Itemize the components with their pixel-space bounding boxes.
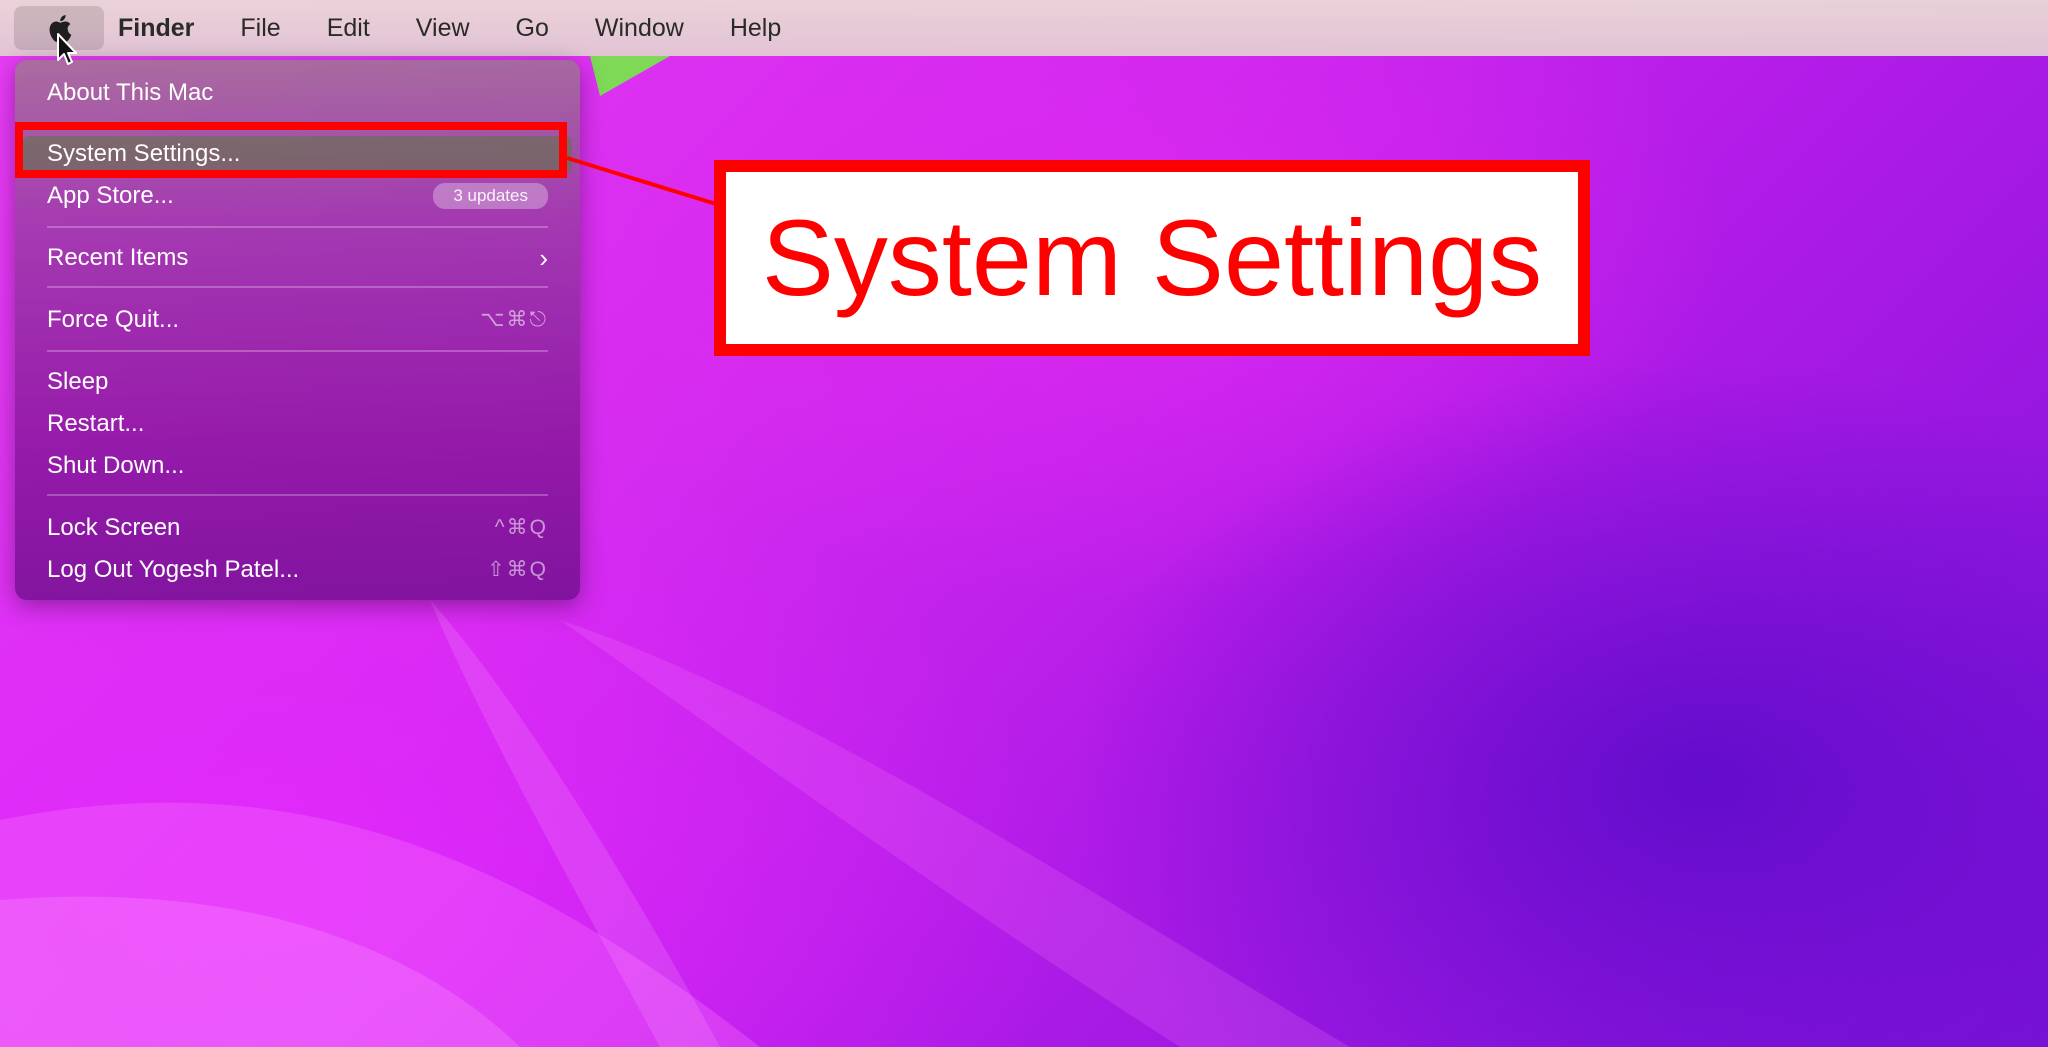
- menu-item-log-out[interactable]: Log Out Yogesh Patel... ⇧⌘Q: [47, 552, 548, 588]
- menu-item-app-store[interactable]: App Store... 3 updates: [47, 178, 548, 214]
- menu-item-restart[interactable]: Restart...: [47, 406, 548, 442]
- menu-separator: [47, 226, 548, 228]
- menu-edit[interactable]: Edit: [327, 0, 370, 56]
- menu-separator: [47, 350, 548, 352]
- menu-item-force-quit[interactable]: Force Quit... ⌥⌘⎋: [47, 302, 548, 338]
- menu-item-shut-down[interactable]: Shut Down...: [47, 448, 548, 484]
- menu-item-force-quit-label: Force Quit...: [47, 306, 180, 333]
- mouse-pointer-icon: [57, 33, 77, 65]
- updates-badge: 3 updates: [433, 183, 548, 209]
- lock-screen-shortcut: ^⌘Q: [494, 516, 548, 539]
- menu-window[interactable]: Window: [595, 0, 684, 56]
- chevron-right-icon: ›: [539, 243, 548, 273]
- menu-item-sleep[interactable]: Sleep: [47, 364, 548, 400]
- callout-label: System Settings: [761, 197, 1543, 318]
- menu-separator: [47, 286, 548, 288]
- menu-item-sleep-label: Sleep: [47, 368, 109, 395]
- menu-item-lock-screen[interactable]: Lock Screen ^⌘Q: [47, 510, 548, 546]
- menu-item-shut-down-label: Shut Down...: [47, 452, 185, 479]
- desktop: Finder File Edit View Go Window Help Abo…: [0, 0, 2048, 1047]
- menu-item-app-store-label: App Store...: [47, 182, 174, 209]
- force-quit-shortcut: ⌥⌘⎋: [480, 308, 548, 331]
- menu-bar: Finder File Edit View Go Window Help: [0, 0, 2048, 56]
- system-settings-callout: System Settings: [714, 160, 1590, 356]
- menu-item-about[interactable]: About This Mac: [47, 75, 548, 111]
- menu-item-lock-screen-label: Lock Screen: [47, 514, 181, 541]
- menu-go[interactable]: Go: [516, 0, 549, 56]
- menu-item-log-out-label: Log Out Yogesh Patel...: [47, 556, 300, 583]
- menu-help[interactable]: Help: [730, 0, 781, 56]
- menu-item-restart-label: Restart...: [47, 410, 145, 437]
- menu-item-recent-items-label: Recent Items: [47, 244, 189, 271]
- log-out-shortcut: ⇧⌘Q: [487, 558, 548, 581]
- menu-finder[interactable]: Finder: [118, 0, 194, 56]
- menu-item-about-label: About This Mac: [47, 79, 214, 106]
- system-settings-highlight-box: [15, 122, 567, 178]
- menu-separator: [47, 494, 548, 496]
- menu-view[interactable]: View: [416, 0, 470, 56]
- menu-file[interactable]: File: [240, 0, 280, 56]
- menu-item-recent-items[interactable]: Recent Items ›: [47, 240, 548, 276]
